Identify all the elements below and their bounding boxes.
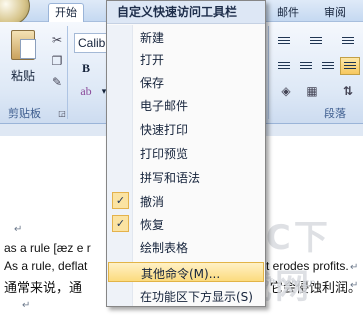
- menu-item[interactable]: 打开: [108, 49, 264, 69]
- customize-quick-access-menu: 自定义快速访问工具栏 新建打开保存电子邮件快速打印打印预览拼写和语法 ✓ 撤消 ✓ 恢复…: [106, 0, 266, 307]
- justify-icon[interactable]: [340, 57, 360, 75]
- paragraph-group-label: 段落: [324, 107, 346, 120]
- sort-icon[interactable]: ⇅: [340, 83, 356, 99]
- shading-icon[interactable]: ◈: [278, 83, 294, 99]
- tab-mailings[interactable]: 邮件: [271, 4, 305, 22]
- menu-item-label: 撤消: [140, 195, 165, 209]
- document-line: 通常来说，通: [4, 281, 83, 296]
- menu-item[interactable]: 其他命令(M)...: [108, 262, 264, 282]
- menu-item[interactable]: 在功能区下方显示(S): [108, 286, 264, 306]
- menu-item[interactable]: 新建: [108, 27, 264, 47]
- tab-home[interactable]: 开始: [48, 3, 84, 23]
- menu-item-label: 其他命令(M)...: [141, 267, 221, 281]
- menu-item-label: 拼写和语法: [140, 171, 201, 185]
- paragraph-mark: ↵: [14, 224, 23, 235]
- menu-item-label: 恢复: [140, 218, 165, 232]
- align-center-icon[interactable]: [296, 57, 316, 75]
- clipboard-group-label: 剪贴板: [8, 107, 41, 120]
- format-painter-icon[interactable]: ✎: [49, 74, 65, 90]
- bullets-icon[interactable]: [274, 32, 294, 50]
- cut-icon[interactable]: ✂: [49, 32, 65, 48]
- menu-item-label: 绘制表格: [140, 241, 189, 255]
- checkmark-icon: ✓: [112, 215, 129, 232]
- menu-item[interactable]: ✓ 撤消: [108, 191, 264, 211]
- menu-title: 自定义快速访问工具栏: [107, 1, 265, 24]
- menu-item-label: 打印预览: [140, 147, 189, 161]
- menu-item-label: 保存: [140, 76, 165, 90]
- menu-item-label: 在功能区下方显示(S): [140, 290, 253, 304]
- align-left-icon[interactable]: [274, 57, 294, 75]
- align-right-icon[interactable]: [318, 57, 338, 75]
- menu-item[interactable]: 电子邮件: [108, 95, 264, 115]
- menu-item-label: 电子邮件: [140, 99, 189, 113]
- copy-icon[interactable]: ❐: [49, 53, 65, 69]
- document-line: As a rule, deflat: [4, 259, 88, 273]
- text-highlight-icon[interactable]: ab: [78, 83, 94, 99]
- menu-item[interactable]: 打印预览: [108, 143, 264, 163]
- group-divider: [268, 26, 269, 119]
- checkmark-icon: ✓: [112, 192, 129, 209]
- menu-item[interactable]: 保存: [108, 72, 264, 92]
- numbering-icon[interactable]: [306, 32, 326, 50]
- tab-review[interactable]: 审阅: [318, 4, 352, 22]
- menu-item[interactable]: 快速打印: [108, 119, 264, 139]
- menu-item[interactable]: 绘制表格: [108, 237, 264, 257]
- menu-item[interactable]: 拼写和语法: [108, 167, 264, 187]
- multilevel-list-icon[interactable]: [338, 32, 358, 50]
- menu-item[interactable]: ✓ 恢复: [108, 214, 264, 234]
- menu-item-label: 快速打印: [140, 123, 189, 137]
- paragraph-mark: ↵: [22, 300, 31, 311]
- borders-icon[interactable]: ▦: [304, 83, 320, 99]
- menu-item-label: 新建: [140, 31, 165, 45]
- paste-icon[interactable]: [11, 30, 36, 60]
- bold-button[interactable]: B: [78, 60, 94, 76]
- group-divider: [67, 26, 68, 119]
- menu-item-label: 打开: [140, 53, 165, 67]
- paste-button-label[interactable]: 粘贴: [11, 67, 35, 84]
- document-line: as a rule [æz e r: [4, 241, 91, 255]
